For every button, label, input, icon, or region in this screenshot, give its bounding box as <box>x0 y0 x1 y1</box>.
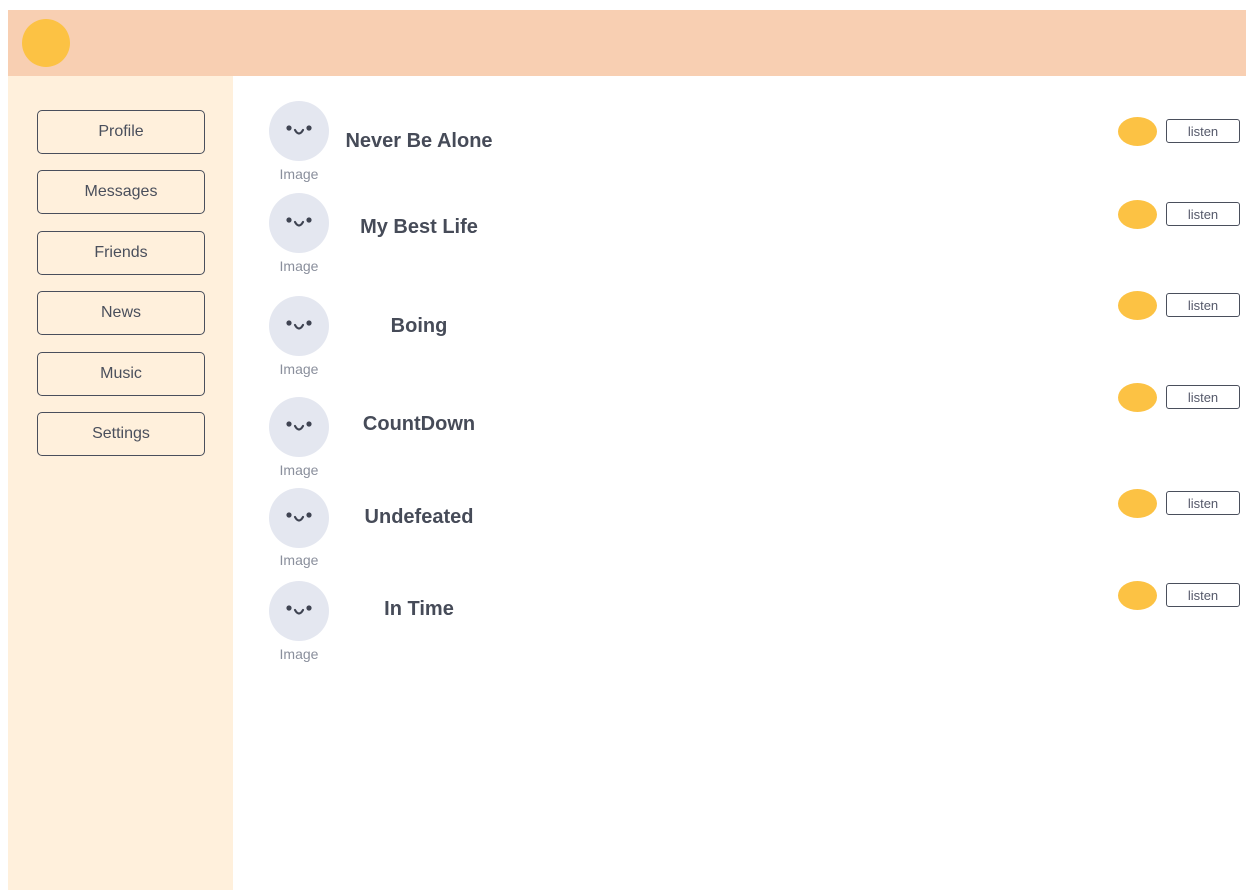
track-list: Image Never Be Alone listen Image My Bes… <box>233 76 1246 890</box>
track-image-placeholder <box>269 193 329 253</box>
sidebar-item-messages[interactable]: Messages <box>37 170 205 214</box>
image-caption: Image <box>279 552 319 568</box>
smiley-face-icon <box>286 605 312 615</box>
image-caption: Image <box>279 258 319 274</box>
image-caption: Image <box>279 361 319 377</box>
listen-button[interactable]: listen <box>1166 385 1240 409</box>
listen-button[interactable]: listen <box>1166 293 1240 317</box>
sidebar-item-profile[interactable]: Profile <box>37 110 205 154</box>
play-indicator-icon[interactable] <box>1118 383 1157 412</box>
image-caption: Image <box>279 646 319 662</box>
play-indicator-icon[interactable] <box>1118 489 1157 518</box>
image-caption: Image <box>279 166 319 182</box>
smiley-face-icon <box>286 421 312 431</box>
track-image-placeholder <box>269 101 329 161</box>
track-image-placeholder <box>269 581 329 641</box>
smiley-face-icon <box>286 125 312 135</box>
track-title: Never Be Alone <box>345 130 493 152</box>
image-caption: Image <box>279 462 319 478</box>
sidebar-item-music[interactable]: Music <box>37 352 205 396</box>
listen-button[interactable]: listen <box>1166 202 1240 226</box>
sidebar-item-settings[interactable]: Settings <box>37 412 205 456</box>
app-frame: Profile Messages Friends News Music Sett… <box>8 10 1246 890</box>
logo-icon[interactable] <box>22 19 70 67</box>
listen-button[interactable]: listen <box>1166 119 1240 143</box>
track-title: My Best Life <box>360 216 478 238</box>
track-image-placeholder <box>269 397 329 457</box>
sidebar-item-news[interactable]: News <box>37 291 205 335</box>
track-image-placeholder <box>269 296 329 356</box>
sidebar: Profile Messages Friends News Music Sett… <box>8 76 233 890</box>
track-title: CountDown <box>362 413 476 435</box>
smiley-face-icon <box>286 512 312 522</box>
play-indicator-icon[interactable] <box>1118 581 1157 610</box>
top-bar <box>8 10 1246 76</box>
sidebar-item-friends[interactable]: Friends <box>37 231 205 275</box>
track-title: Undefeated <box>364 506 474 528</box>
play-indicator-icon[interactable] <box>1118 291 1157 320</box>
track-image-placeholder <box>269 488 329 548</box>
smiley-face-icon <box>286 320 312 330</box>
listen-button[interactable]: listen <box>1166 491 1240 515</box>
track-title: In Time <box>384 598 454 620</box>
play-indicator-icon[interactable] <box>1118 200 1157 229</box>
track-title: Boing <box>390 315 448 337</box>
listen-button[interactable]: listen <box>1166 583 1240 607</box>
smiley-face-icon <box>286 217 312 227</box>
play-indicator-icon[interactable] <box>1118 117 1157 146</box>
